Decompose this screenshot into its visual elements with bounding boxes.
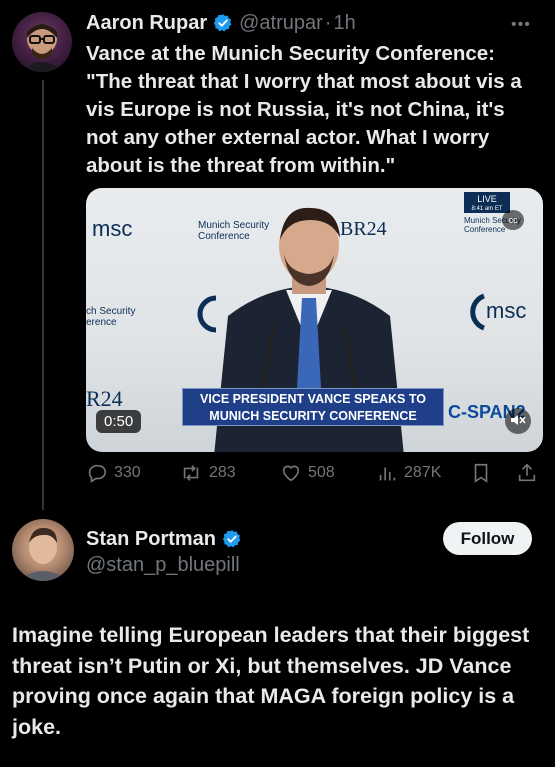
like-count: 508 (308, 464, 335, 481)
views-chart-icon (379, 467, 396, 481)
reply-author-handle[interactable]: @stan_p_bluepill (86, 554, 240, 577)
like-action[interactable]: 508 (280, 458, 335, 488)
bg-r24: R24 (86, 386, 123, 411)
author-handle[interactable]: @atrupar (239, 12, 323, 35)
reply-text: Imagine telling European leaders that th… (12, 623, 530, 739)
bookmark-icon (474, 463, 488, 483)
reply-count: 330 (114, 464, 141, 481)
tweet-time[interactable]: 1h (333, 12, 355, 35)
repost-action[interactable]: 283 (179, 458, 236, 488)
header-separator: · (324, 11, 332, 34)
msc-logo-icon (470, 293, 486, 331)
avatar-portrait-icon (20, 24, 64, 72)
live-badge: LIVE (464, 192, 510, 206)
share-icon (518, 463, 536, 482)
views-action[interactable]: 287K (376, 458, 441, 488)
captions-button[interactable]: cc (502, 210, 524, 230)
news-chyron: VICE PRESIDENT VANCE SPEAKS TO MUNICH SE… (182, 388, 444, 426)
reply-author-name[interactable]: Stan Portman (86, 528, 216, 551)
reply-action[interactable]: 330 (86, 458, 141, 488)
follow-button[interactable]: Follow (443, 522, 532, 555)
share-action[interactable] (516, 458, 538, 488)
thread-connector-line (42, 80, 44, 510)
avatar-aaron-rupar[interactable] (12, 12, 72, 72)
video-duration: 0:50 (96, 410, 142, 433)
bg-msc-left: msc (92, 216, 133, 241)
verified-badge-icon (222, 530, 241, 548)
tweet-actions: 330 283 508 287K (86, 458, 546, 488)
chyron-line-1: VICE PRESIDENT VANCE SPEAKS TO (200, 392, 426, 406)
mute-button-icon[interactable] (505, 408, 531, 434)
live-time: 8:41 am ET (464, 205, 510, 213)
bg-security-left: ch Security erence (86, 306, 136, 328)
repost-icon (183, 465, 199, 481)
more-options-icon[interactable]: ••• (511, 16, 531, 34)
verified-badge-icon (213, 14, 232, 32)
tweet-text: Vance at the Munich Security Conference:… (86, 42, 522, 177)
video-player[interactable]: msc Munich Security Conference BR24 ch Se… (86, 188, 543, 452)
repost-count: 283 (209, 464, 236, 481)
reply-icon (88, 464, 107, 483)
chyron-line-2: MUNICH SECURITY CONFERENCE (209, 409, 417, 423)
heart-icon (282, 465, 300, 482)
reply-header: Stan Portman (86, 526, 242, 552)
bg-msc-right: msc (486, 298, 527, 323)
tweet-header: Aaron Rupar @atrupar · 1h (86, 9, 356, 37)
author-name[interactable]: Aaron Rupar (86, 12, 207, 35)
bookmark-action[interactable] (470, 458, 492, 488)
views-count: 287K (404, 464, 442, 481)
avatar-stan-portman[interactable] (12, 519, 74, 581)
avatar-portrait-icon (18, 527, 68, 581)
